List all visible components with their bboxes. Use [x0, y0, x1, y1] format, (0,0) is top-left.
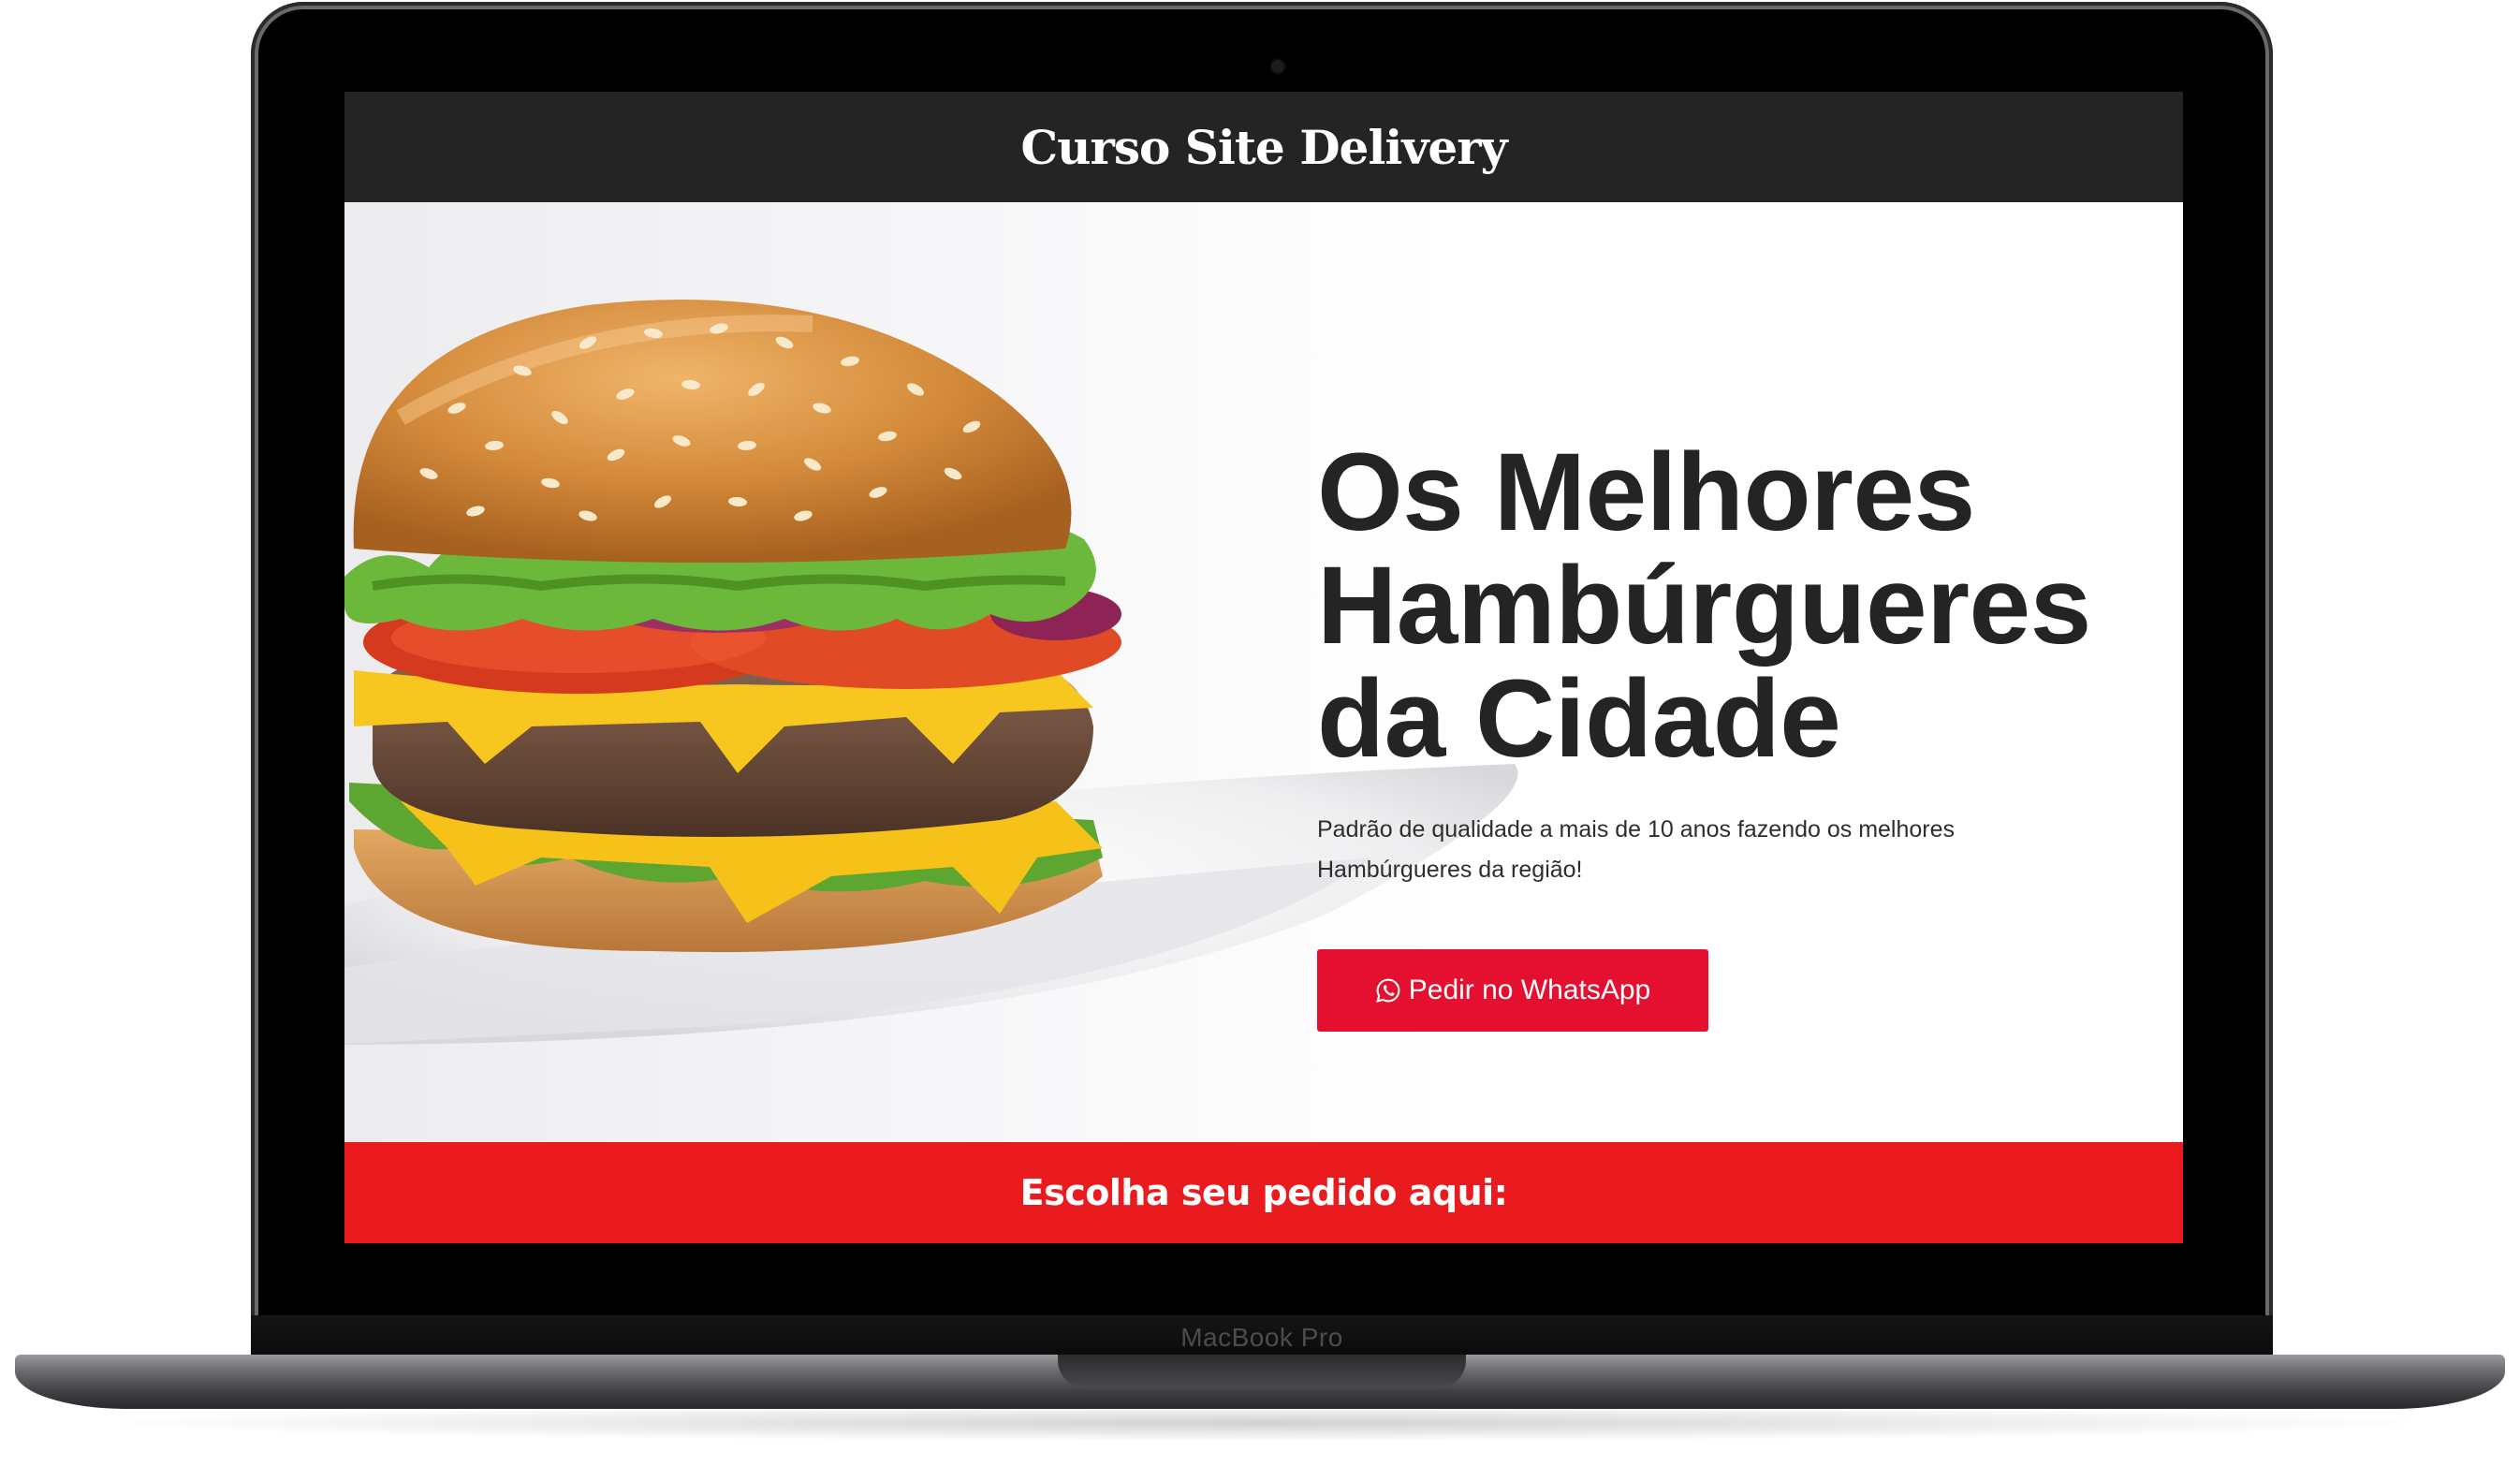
laptop-chin: MacBook Pro	[251, 1315, 2273, 1356]
device-label: MacBook Pro	[1180, 1323, 1343, 1352]
hero-content: Os Melhores Hambúrgueres da Cidade Padrã…	[1317, 436, 2141, 890]
order-banner: Escolha seu pedido aqui:	[344, 1142, 2183, 1243]
site-title[interactable]: Curso Site Delivery	[1020, 120, 1507, 175]
order-banner-text: Escolha seu pedido aqui:	[1019, 1172, 1508, 1213]
browser-viewport: Curso Site Delivery Os Melhores Hambúrgu…	[344, 92, 2183, 1243]
hero-section: Os Melhores Hambúrgueres da Cidade Padrã…	[344, 202, 2183, 1142]
hero-heading: Os Melhores Hambúrgueres da Cidade	[1317, 431, 2091, 781]
whatsapp-icon	[1375, 978, 1400, 1003]
site-header: Curso Site Delivery	[344, 92, 2183, 202]
hero-description: Padrão de qualidade a mais de 10 anos fa…	[1317, 816, 1956, 883]
laptop-shadow	[75, 1404, 2453, 1442]
device-mockup: Curso Site Delivery Os Melhores Hambúrgu…	[0, 0, 2520, 1466]
order-whatsapp-button[interactable]: Pedir no WhatsApp	[1317, 949, 1708, 1032]
camera-icon	[1271, 60, 1284, 73]
whatsapp-button-label: Pedir no WhatsApp	[1408, 975, 1651, 1005]
laptop-notch	[1058, 1355, 1466, 1388]
